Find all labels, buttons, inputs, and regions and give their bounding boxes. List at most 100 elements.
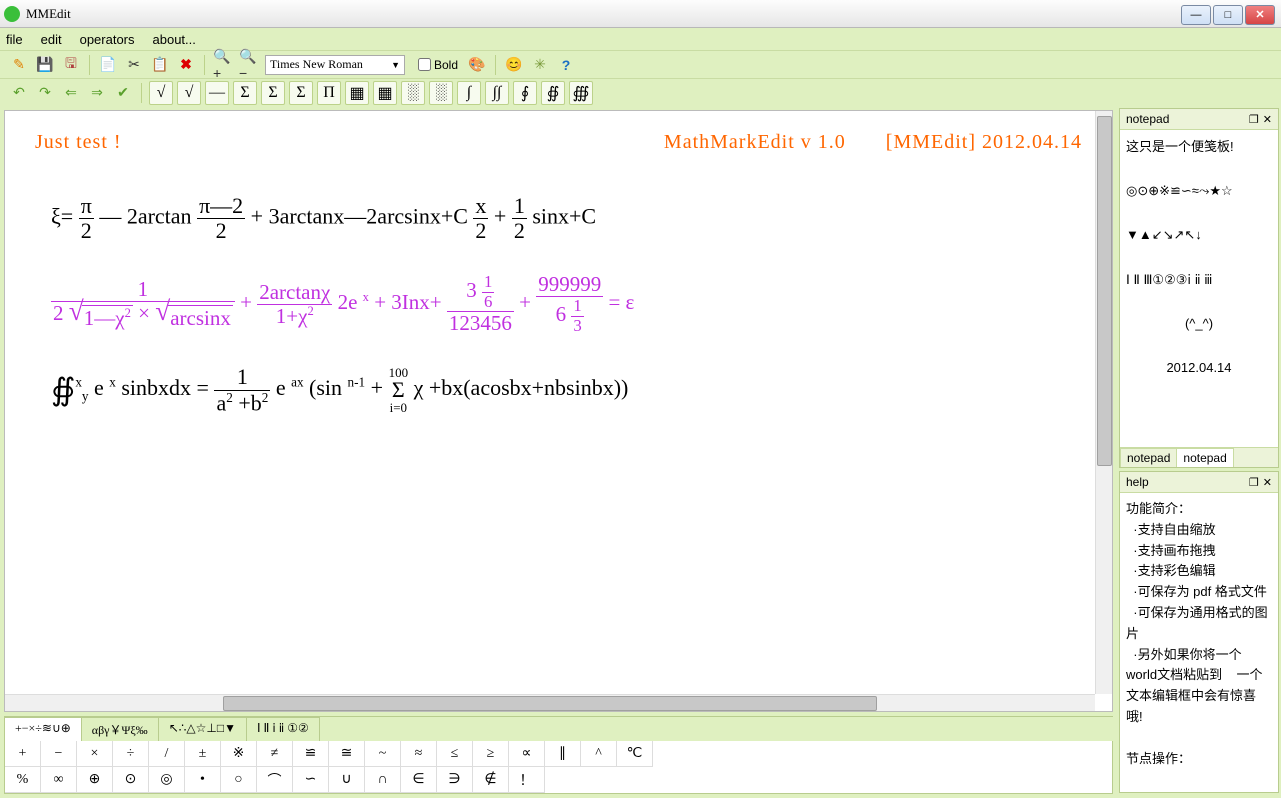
symbol-cell[interactable]: ≤ — [437, 741, 473, 767]
symbol-cell[interactable]: ※ — [221, 741, 257, 767]
undock-icon[interactable]: ❐ — [1249, 113, 1259, 126]
menubar: file edit operators about... — [0, 28, 1281, 50]
equation-2: 1 2 1—χ2 × arcsinx + 2arctanχ 1+χ2 2 — [51, 273, 1082, 335]
notepad-line: ▼▲↙↘↗↖↓ — [1126, 224, 1272, 246]
undo-button[interactable]: ↶ — [8, 82, 30, 104]
sum2-button[interactable]: Σ — [261, 81, 285, 105]
vertical-scrollbar[interactable] — [1095, 111, 1112, 694]
symbol-cell[interactable]: ∩ — [365, 767, 401, 793]
sqrt-button[interactable]: √ — [149, 81, 173, 105]
symbol-cell[interactable]: ⊕ — [77, 767, 113, 793]
close-button[interactable]: ✕ — [1245, 5, 1275, 25]
smiley-icon[interactable]: 😊 — [503, 54, 525, 76]
redo-button[interactable]: ↷ — [34, 82, 56, 104]
symbol-cell[interactable]: ± — [185, 741, 221, 767]
sum1-button[interactable]: Σ — [233, 81, 257, 105]
symbol-cell[interactable]: ≅ — [329, 741, 365, 767]
font-name: Times New Roman — [270, 57, 363, 72]
window-title: MMEdit — [26, 6, 71, 22]
symbol-cell[interactable]: − — [41, 741, 77, 767]
notepad-tab-2[interactable]: notepad — [1176, 448, 1233, 467]
fraction-button[interactable]: — — [205, 81, 229, 105]
undock-icon[interactable]: ❐ — [1249, 476, 1259, 489]
symbol-cell[interactable]: ≌ — [293, 741, 329, 767]
symbol-cell[interactable]: ∝ — [509, 741, 545, 767]
font-select[interactable]: Times New Roman ▼ — [265, 55, 405, 75]
notepad-tab-1[interactable]: notepad — [1120, 448, 1177, 467]
tab-arrows[interactable]: ↖∴△☆⊥□▼ — [158, 717, 247, 741]
menu-operators[interactable]: operators — [80, 32, 135, 47]
volume-integral-button[interactable]: ∰ — [569, 81, 593, 105]
zoom-out-button[interactable]: 🔍− — [238, 54, 260, 76]
save-button[interactable]: 💾 — [34, 54, 56, 76]
paste-button[interactable]: 📋 — [149, 54, 171, 76]
next-button[interactable]: ⇒ — [86, 82, 108, 104]
integral-button[interactable]: ∫ — [457, 81, 481, 105]
close-panel-icon[interactable]: ✕ — [1263, 113, 1272, 126]
symbol-cell[interactable]: + — [5, 741, 41, 767]
symbol-cell[interactable]: ⌒ — [257, 767, 293, 793]
matrix2-button[interactable]: ▦ — [373, 81, 397, 105]
prev-button[interactable]: ⇐ — [60, 82, 82, 104]
symbol-cell[interactable]: ≈ — [401, 741, 437, 767]
menu-edit[interactable]: edit — [41, 32, 62, 47]
tab-greek[interactable]: αβγ￥Ψξ‰ — [81, 717, 159, 741]
symbol-cell[interactable]: / — [149, 741, 185, 767]
save-as-button[interactable]: 🖫 — [60, 54, 82, 76]
notepad-title: notepad — [1126, 112, 1169, 126]
symbol-cell[interactable]: ∋ — [437, 767, 473, 793]
help-body[interactable]: 功能简介： ·支持自由缩放 ·支持画布拖拽 ·支持彩色编辑 ·可保存为 pdf … — [1120, 493, 1278, 792]
tab-numerals[interactable]: Ⅰ Ⅱ ⅰ ⅱ ①② — [246, 717, 320, 741]
zoom-in-button[interactable]: 🔍+ — [212, 54, 234, 76]
window-controls: — □ ✕ — [1181, 5, 1277, 25]
symbol-cell[interactable]: ∥ — [545, 741, 581, 767]
symbol-cell[interactable]: • — [185, 767, 221, 793]
double-integral-button[interactable]: ∫∫ — [485, 81, 509, 105]
symbol-cell[interactable]: ~ — [365, 741, 401, 767]
horizontal-scrollbar[interactable] — [5, 694, 1095, 711]
check-button[interactable]: ✔ — [112, 82, 134, 104]
matrix3-button[interactable]: ░ — [401, 81, 425, 105]
notepad-body[interactable]: 这只是一个便笺板! ◎⊙⊕※≌∽≈⤳★☆ ▼▲↙↘↗↖↓ Ⅰ Ⅱ Ⅲ①②③ⅰ ⅱ… — [1120, 130, 1278, 447]
misc-icon[interactable]: ✳ — [529, 54, 551, 76]
copy-button[interactable]: 📄 — [97, 54, 119, 76]
help-icon[interactable]: ? — [555, 54, 577, 76]
symbol-cell[interactable]: ≥ — [473, 741, 509, 767]
menu-about[interactable]: about... — [153, 32, 196, 47]
new-button[interactable]: ✎ — [8, 54, 30, 76]
matrix1-button[interactable]: ▦ — [345, 81, 369, 105]
symbol-cell[interactable]: ∽ — [293, 767, 329, 793]
close-panel-icon[interactable]: ✕ — [1263, 476, 1272, 489]
symbol-cell[interactable]: ∞ — [41, 767, 77, 793]
symbol-cell[interactable]: ∉ — [473, 767, 509, 793]
symbol-cell[interactable]: ÷ — [113, 741, 149, 767]
chevron-down-icon: ▼ — [391, 60, 400, 70]
symbol-cell[interactable]: ℃ — [617, 741, 653, 767]
minimize-button[interactable]: — — [1181, 5, 1211, 25]
maximize-button[interactable]: □ — [1213, 5, 1243, 25]
symbol-cell[interactable]: × — [77, 741, 113, 767]
contour-integral-button[interactable]: ∮ — [513, 81, 537, 105]
symbol-cell[interactable]: ∪ — [329, 767, 365, 793]
nthroot-button[interactable]: √ — [177, 81, 201, 105]
color-button[interactable]: 🎨 — [466, 54, 488, 76]
symbol-cell[interactable]: ！ — [509, 767, 545, 793]
symbol-cell[interactable]: ◎ — [149, 767, 185, 793]
delete-button[interactable]: ✖ — [175, 54, 197, 76]
cut-button[interactable]: ✂ — [123, 54, 145, 76]
symbol-cell[interactable]: % — [5, 767, 41, 793]
canvas[interactable]: Just test ! MathMarkEdit v 1.0 [MMEdit] … — [4, 110, 1113, 712]
bold-label: Bold — [434, 58, 458, 72]
bold-checkbox[interactable]: Bold — [414, 55, 458, 74]
symbol-cell[interactable]: ^ — [581, 741, 617, 767]
sum3-button[interactable]: Σ — [289, 81, 313, 105]
symbol-cell[interactable]: ○ — [221, 767, 257, 793]
symbol-cell[interactable]: ⊙ — [113, 767, 149, 793]
surface-integral-button[interactable]: ∯ — [541, 81, 565, 105]
symbol-cell[interactable]: ∈ — [401, 767, 437, 793]
matrix4-button[interactable]: ░ — [429, 81, 453, 105]
product-button[interactable]: Π — [317, 81, 341, 105]
symbol-cell[interactable]: ≠ — [257, 741, 293, 767]
tab-basic[interactable]: +−×÷≋∪⊕ — [4, 717, 82, 741]
menu-file[interactable]: file — [6, 32, 23, 47]
